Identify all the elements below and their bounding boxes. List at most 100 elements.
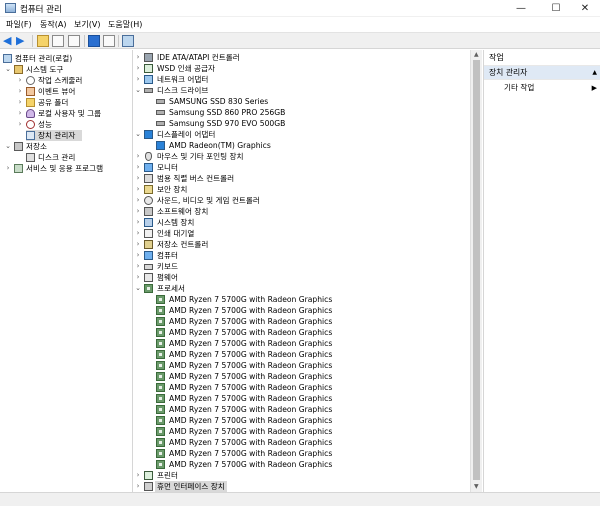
expand-chevron-icon[interactable]: › — [134, 195, 142, 206]
menu-view[interactable]: 보기(V) — [74, 19, 100, 30]
more-actions-item[interactable]: 기타 작업 ▶ — [484, 82, 600, 94]
expand-chevron-icon[interactable]: › — [134, 217, 142, 228]
expand-chevron-icon[interactable]: › — [16, 97, 24, 108]
device-item-cpu[interactable]: AMD Ryzen 7 5700G with Radeon Graphics — [133, 349, 463, 360]
menu-file[interactable]: 파일(F) — [6, 19, 32, 30]
device-category-network[interactable]: › 네트워크 어댑터 — [133, 74, 463, 85]
expand-chevron-icon[interactable]: › — [134, 272, 142, 283]
device-item-disk[interactable]: Samsung SSD 970 EVO 500GB — [133, 118, 463, 129]
expand-chevron-icon[interactable]: › — [134, 239, 142, 250]
help-icon[interactable] — [88, 35, 100, 47]
device-item-cpu[interactable]: AMD Ryzen 7 5700G with Radeon Graphics — [133, 393, 463, 404]
expand-chevron-icon[interactable]: › — [16, 119, 24, 130]
device-category-wsd[interactable]: › WSD 인쇄 공급자 — [133, 63, 463, 74]
device-category-hid[interactable]: › 휴먼 인터페이스 장치 — [133, 481, 463, 492]
device-category-storage-controller[interactable]: › 저장소 컨트롤러 — [133, 239, 463, 250]
properties-icon[interactable] — [103, 35, 115, 47]
device-category-security[interactable]: › 보안 장치 — [133, 184, 463, 195]
tree-item-services[interactable]: › 서비스 및 응용 프로그램 — [0, 163, 132, 174]
expand-chevron-icon[interactable]: › — [134, 228, 142, 239]
device-category-usb[interactable]: › 범용 직렬 버스 컨트롤러 — [133, 173, 463, 184]
device-category-print-queue[interactable]: › 인쇄 대기열 — [133, 228, 463, 239]
expand-chevron-icon[interactable]: › — [16, 86, 24, 97]
device-item-cpu[interactable]: AMD Ryzen 7 5700G with Radeon Graphics — [133, 404, 463, 415]
collapse-chevron-icon[interactable]: ⌄ — [134, 283, 142, 294]
device-category-firmware[interactable]: › 펌웨어 — [133, 272, 463, 283]
device-item-cpu[interactable]: AMD Ryzen 7 5700G with Radeon Graphics — [133, 294, 463, 305]
expand-chevron-icon[interactable]: › — [134, 481, 142, 492]
collapse-up-icon[interactable]: ▲ — [592, 66, 597, 80]
device-category-ide[interactable]: › IDE ATA/ATAPI 컨트롤러 — [133, 52, 463, 63]
expand-chevron-icon[interactable]: › — [134, 184, 142, 195]
device-category-system[interactable]: › 시스템 장치 — [133, 217, 463, 228]
device-item-cpu[interactable]: AMD Ryzen 7 5700G with Radeon Graphics — [133, 415, 463, 426]
expand-chevron-icon[interactable]: › — [134, 470, 142, 481]
scroll-up-icon[interactable]: ▲ — [474, 51, 479, 58]
device-item-cpu[interactable]: AMD Ryzen 7 5700G with Radeon Graphics — [133, 437, 463, 448]
tree-item-device-manager[interactable]: 장치 관리자 — [26, 130, 82, 141]
expand-chevron-icon[interactable]: › — [16, 75, 24, 86]
expand-chevron-icon[interactable]: › — [134, 250, 142, 261]
device-item-cpu[interactable]: AMD Ryzen 7 5700G with Radeon Graphics — [133, 448, 463, 459]
actions-section-device-manager[interactable]: 장치 관리자 ▲ — [484, 66, 600, 80]
scrollbar-thumb[interactable] — [473, 60, 480, 480]
device-item-gpu[interactable]: AMD Radeon(TM) Graphics — [133, 140, 463, 151]
action-pane-icon[interactable] — [122, 35, 134, 47]
expand-chevron-icon[interactable]: › — [134, 261, 142, 272]
tree-item-system-tools[interactable]: ⌄ 시스템 도구 — [0, 64, 132, 75]
device-item-cpu[interactable]: AMD Ryzen 7 5700G with Radeon Graphics — [133, 371, 463, 382]
device-item-cpu[interactable]: AMD Ryzen 7 5700G with Radeon Graphics — [133, 305, 463, 316]
device-item-cpu[interactable]: AMD Ryzen 7 5700G with Radeon Graphics — [133, 426, 463, 437]
expand-chevron-icon[interactable]: › — [16, 108, 24, 119]
tree-item-disk-management[interactable]: 디스크 관리 — [0, 152, 132, 163]
show-hide-tree-icon[interactable] — [52, 35, 64, 47]
device-category-keyboard[interactable]: › 키보드 — [133, 261, 463, 272]
tree-item-performance[interactable]: › 성능 — [0, 119, 132, 130]
minimize-button[interactable]: — — [506, 0, 536, 17]
device-category-processors[interactable]: ⌄ 프로세서 — [133, 283, 463, 294]
device-item-cpu[interactable]: AMD Ryzen 7 5700G with Radeon Graphics — [133, 459, 463, 470]
collapse-chevron-icon[interactable]: ⌄ — [4, 141, 12, 152]
export-list-icon[interactable] — [68, 35, 80, 47]
device-category-printers[interactable]: › 프린터 — [133, 470, 463, 481]
expand-chevron-icon[interactable]: › — [134, 206, 142, 217]
device-category-monitor[interactable]: › 모니터 — [133, 162, 463, 173]
device-item-disk[interactable]: SAMSUNG SSD 830 Series — [133, 96, 463, 107]
expand-chevron-icon[interactable]: › — [134, 74, 142, 85]
expand-chevron-icon[interactable]: › — [134, 162, 142, 173]
device-category-audio[interactable]: › 사운드, 비디오 및 게임 컨트롤러 — [133, 195, 463, 206]
tree-item-root[interactable]: 컴퓨터 관리(로컬) — [0, 53, 132, 64]
device-item-cpu[interactable]: AMD Ryzen 7 5700G with Radeon Graphics — [133, 316, 463, 327]
device-item-cpu[interactable]: AMD Ryzen 7 5700G with Radeon Graphics — [133, 382, 463, 393]
menu-help[interactable]: 도움말(H) — [108, 19, 142, 30]
collapse-chevron-icon[interactable]: ⌄ — [134, 85, 142, 96]
device-item-cpu[interactable]: AMD Ryzen 7 5700G with Radeon Graphics — [133, 327, 463, 338]
tree-item-event-viewer[interactable]: › 이벤트 뷰어 — [0, 86, 132, 97]
device-category-disk-drives[interactable]: ⌄ 디스크 드라이브 — [133, 85, 463, 96]
device-item-cpu[interactable]: AMD Ryzen 7 5700G with Radeon Graphics — [133, 360, 463, 371]
device-category-software[interactable]: › 소프트웨어 장치 — [133, 206, 463, 217]
device-category-computer[interactable]: › 컴퓨터 — [133, 250, 463, 261]
menu-action[interactable]: 동작(A) — [40, 19, 66, 30]
device-category-display[interactable]: ⌄ 디스플레이 어댑터 — [133, 129, 463, 140]
collapse-chevron-icon[interactable]: ⌄ — [4, 64, 12, 75]
tree-item-local-users[interactable]: › 로컬 사용자 및 그룹 — [0, 108, 132, 119]
expand-chevron-icon[interactable]: › — [134, 151, 142, 162]
back-button[interactable]: ◀ — [3, 35, 16, 47]
expand-chevron-icon[interactable]: › — [134, 52, 142, 63]
maximize-button[interactable]: ☐ — [541, 0, 571, 17]
device-item-disk[interactable]: Samsung SSD 860 PRO 256GB — [133, 107, 463, 118]
scroll-down-icon[interactable]: ▼ — [474, 483, 479, 490]
up-folder-icon[interactable] — [37, 35, 49, 47]
tree-item-task-scheduler[interactable]: › 작업 스케줄러 — [0, 75, 132, 86]
device-tree-scrollbar[interactable]: ▲ ▼ — [470, 50, 482, 492]
tree-item-storage[interactable]: ⌄ 저장소 — [0, 141, 132, 152]
device-item-cpu[interactable]: AMD Ryzen 7 5700G with Radeon Graphics — [133, 338, 463, 349]
tree-item-shared-folders[interactable]: › 공유 폴더 — [0, 97, 132, 108]
expand-chevron-icon[interactable]: › — [4, 163, 12, 174]
expand-chevron-icon[interactable]: › — [134, 63, 142, 74]
expand-chevron-icon[interactable]: › — [134, 173, 142, 184]
collapse-chevron-icon[interactable]: ⌄ — [134, 129, 142, 140]
forward-button[interactable]: ▶ — [16, 35, 29, 47]
device-category-mouse[interactable]: › 마우스 및 기타 포인팅 장치 — [133, 151, 463, 162]
